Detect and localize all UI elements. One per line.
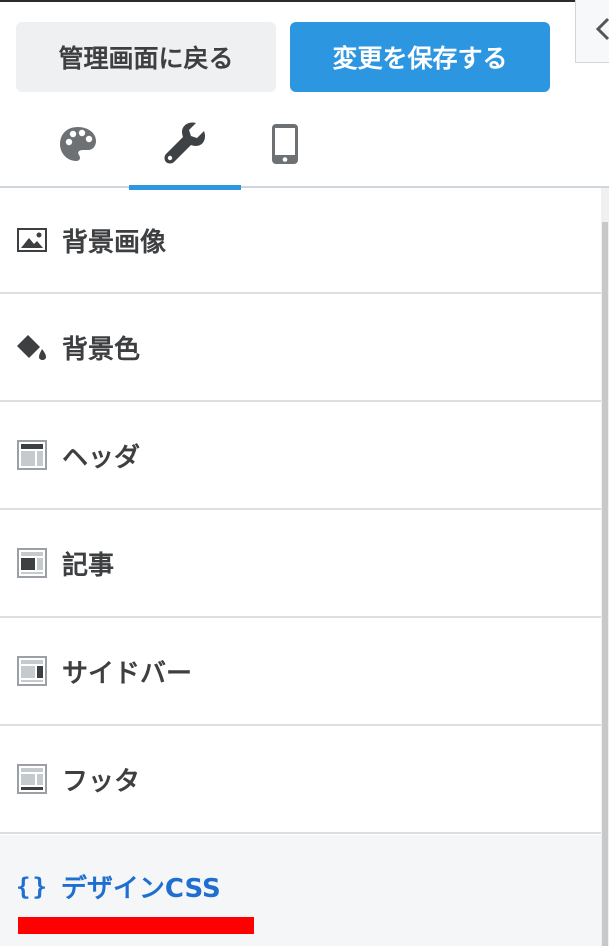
- menu-item-label: デザインCSS: [60, 874, 221, 904]
- menu-item-sidebar[interactable]: サイドバー: [0, 618, 601, 726]
- menu-item-header[interactable]: ヘッダ: [0, 402, 601, 510]
- menu-item-label: サイドバー: [62, 658, 193, 689]
- back-to-admin-button[interactable]: 管理画面に戻る: [16, 22, 276, 92]
- scrollbar-thumb[interactable]: [602, 222, 608, 946]
- menu-item-article[interactable]: 記事: [0, 510, 601, 618]
- menu-item-label: フッタ: [62, 766, 141, 797]
- layout-header-icon: [16, 439, 48, 471]
- tab-mobile[interactable]: [229, 100, 341, 188]
- paint-bucket-icon: [16, 331, 48, 363]
- mobile-icon: [272, 124, 298, 164]
- tab-palette[interactable]: [22, 100, 134, 188]
- chevron-left-icon: [596, 17, 609, 41]
- settings-menu: 背景画像 背景色 ヘッダ 記事 サイドバー フッタ: [0, 188, 601, 834]
- tab-wrench[interactable]: [129, 100, 241, 190]
- menu-item-footer[interactable]: フッタ: [0, 726, 601, 834]
- menu-item-label: 背景色: [62, 334, 141, 365]
- code-braces-icon: {}: [16, 872, 49, 901]
- image-icon: [16, 224, 48, 256]
- highlight-underline: [18, 917, 254, 934]
- settings-tabs: [0, 100, 609, 190]
- menu-item-label: ヘッダ: [62, 442, 141, 473]
- layout-sidebar-icon: [16, 655, 48, 687]
- wrench-icon: [164, 122, 206, 164]
- save-changes-button[interactable]: 変更を保存する: [290, 22, 550, 92]
- menu-item-label: 記事: [62, 550, 115, 581]
- menu-item-label: 背景画像: [62, 227, 167, 258]
- menu-item-background-color[interactable]: 背景色: [0, 294, 601, 402]
- layout-footer-icon: [16, 763, 48, 795]
- collapse-panel-button[interactable]: [575, 0, 609, 63]
- top-border: [0, 0, 609, 2]
- layout-article-icon: [16, 547, 48, 579]
- palette-icon: [60, 127, 96, 161]
- menu-item-background-image[interactable]: 背景画像: [0, 188, 601, 294]
